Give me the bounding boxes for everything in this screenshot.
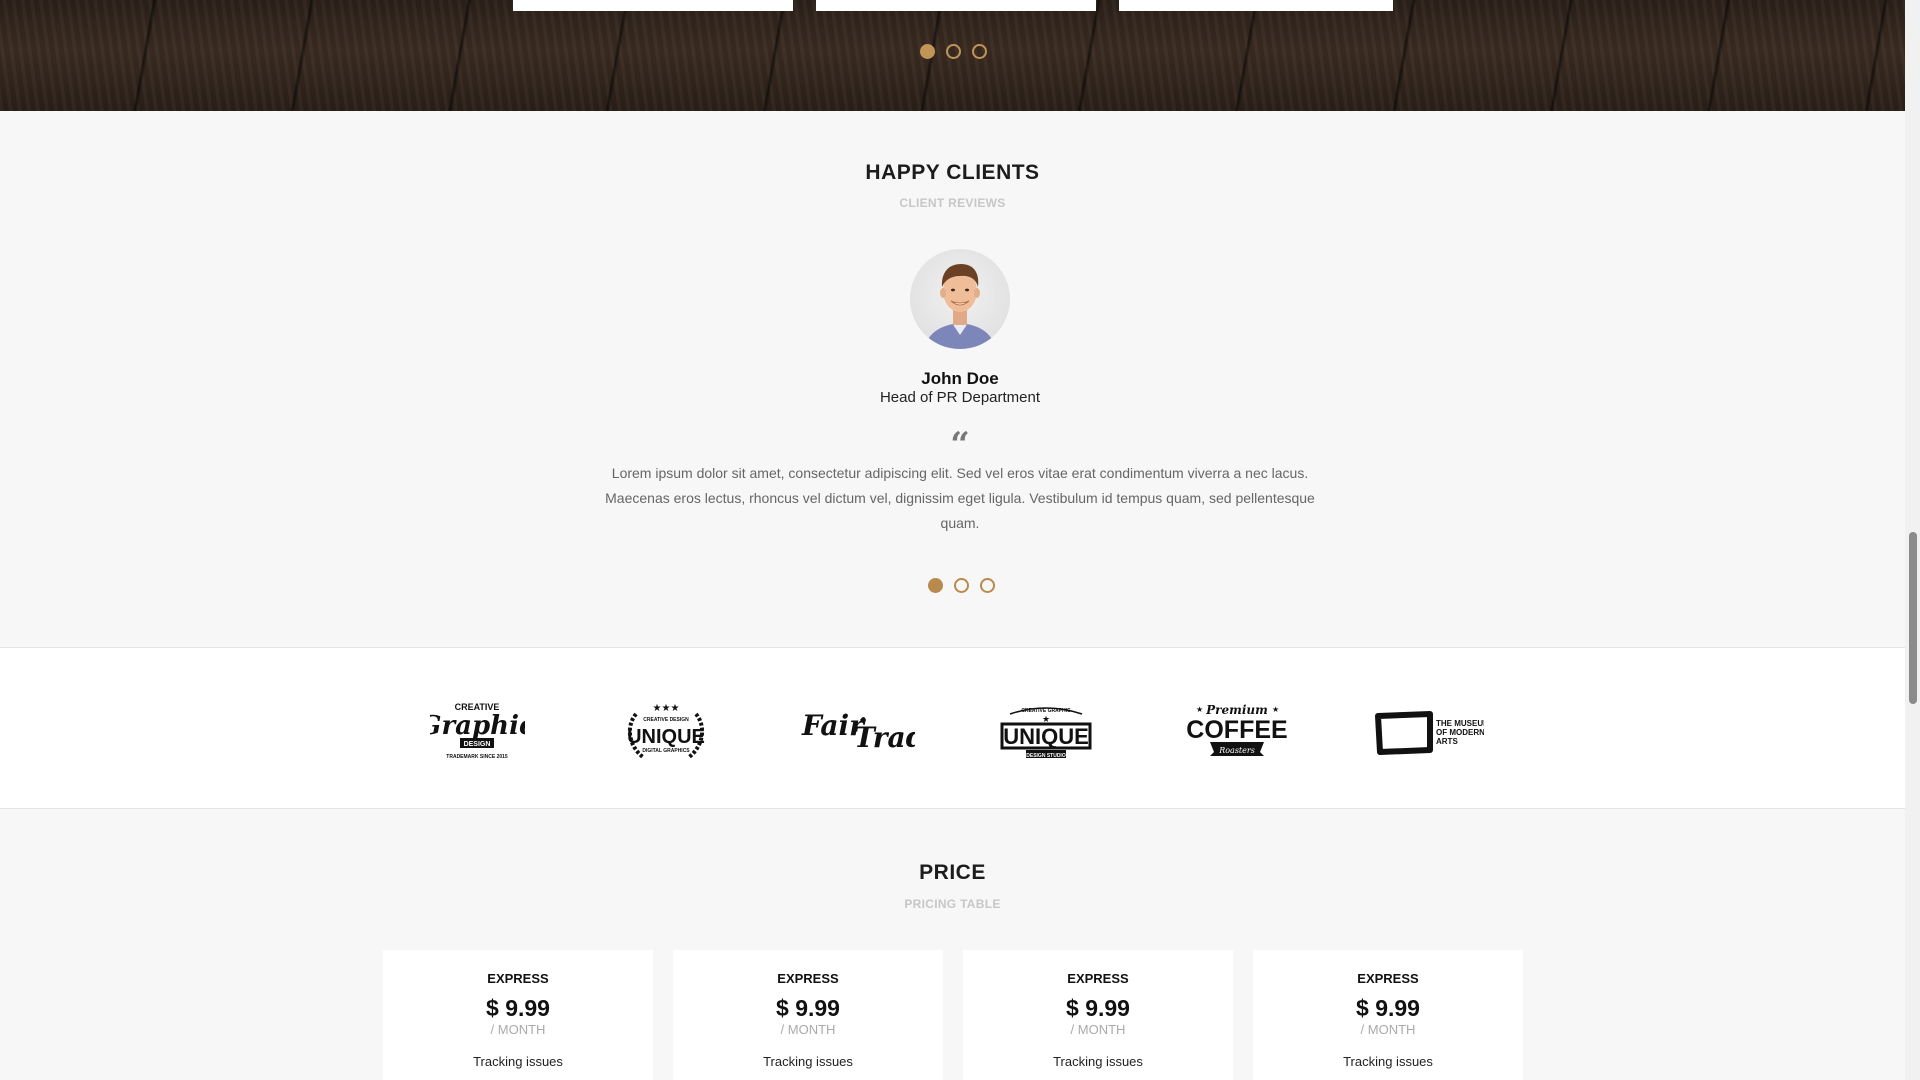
carousel-dot-2[interactable] (954, 578, 969, 593)
plan-period: / MONTH (1070, 1022, 1126, 1037)
pricing-card: EXPRESS $ 9.99 / MONTH Tracking issues (673, 950, 943, 1080)
logo-6-line2: OF MODERN (1436, 728, 1484, 737)
team-card (1119, 0, 1393, 11)
carousel-dot-3[interactable] (972, 44, 987, 59)
page: HAPPY CLIENTS CLIENT REVIEWS John Doe He… (0, 0, 1905, 1080)
logo-4-main: UNIQUE (1003, 724, 1089, 749)
logo-2-top: CREATIVE DESIGN (643, 717, 689, 723)
plan-price: $ 9.99 (776, 995, 840, 1021)
plan-feature: Tracking issues (473, 1054, 563, 1069)
carousel-dot-1[interactable] (928, 578, 943, 593)
client-name: John Doe (921, 369, 999, 388)
plan-price: $ 9.99 (486, 995, 550, 1021)
team-section-bottom (0, 0, 1905, 111)
logo-5-sub: Roasters (1218, 746, 1255, 755)
logo-1-sub: DESIGN (464, 741, 491, 748)
team-card (513, 0, 793, 11)
pricing-title: PRICE (919, 861, 986, 884)
logo-fair-trade[interactable]: Fair Trade (800, 702, 915, 762)
plan-price: $ 9.99 (1066, 995, 1130, 1021)
svg-text:★★★: ★★★ (653, 703, 680, 714)
logo-5-main: COFFEE (1186, 716, 1287, 744)
logo-6-line1: THE MUSEUM (1436, 719, 1484, 728)
plan-name: EXPRESS (487, 971, 549, 986)
carousel-dot-3[interactable] (980, 578, 995, 593)
pricing-card: EXPRESS $ 9.99 / MONTH Tracking issues (963, 950, 1233, 1080)
svg-text:★: ★ (1196, 705, 1203, 714)
logo-1-foot: TRADEMARK SINCE 2015 (446, 754, 508, 760)
svg-text:★: ★ (1272, 705, 1279, 714)
plan-price: $ 9.99 (1356, 995, 1420, 1021)
plan-name: EXPRESS (777, 971, 839, 986)
plan-name: EXPRESS (1357, 971, 1419, 986)
logo-premium-coffee[interactable]: Premium ★ ★ COFFEE Roasters (1186, 702, 1288, 762)
quote-icon: “ (950, 425, 970, 465)
pricing-card: EXPRESS $ 9.99 / MONTH Tracking issues (1253, 950, 1523, 1080)
pricing-subtitle: PRICING TABLE (904, 897, 1001, 911)
logo-6-line3: ARTS (1436, 737, 1458, 746)
clients-subtitle: CLIENT REVIEWS (899, 196, 1006, 210)
logo-5-top: Premium (1205, 703, 1268, 717)
logo-unique-digital[interactable]: ★★★ CREATIVE DESIGN UNIQUE DIGITAL GRAPH… (622, 702, 710, 762)
plan-period: / MONTH (490, 1022, 546, 1037)
logo-museum-modern-arts[interactable]: THE MUSEUM OF MODERN ARTS (1374, 702, 1484, 762)
plan-feature: Tracking issues (1343, 1054, 1433, 1069)
clients-carousel-dots (928, 578, 995, 593)
logo-4-sub: DESIGN STUDIO (1026, 753, 1066, 759)
logo-3-main2: Trade (854, 721, 915, 754)
testimonial-text: Lorem ipsum dolor sit amet, consectetur … (605, 465, 1315, 531)
logo-2-sub: DIGITAL GRAPHICS (642, 748, 690, 754)
client-role: Head of PR Department (879, 389, 1041, 406)
plan-feature: Tracking issues (763, 1054, 853, 1069)
carousel-dot-2[interactable] (946, 44, 961, 59)
page-scrollbar[interactable] (1905, 0, 1920, 1080)
pricing-card: EXPRESS $ 9.99 / MONTH Tracking issues (383, 950, 653, 1080)
plan-period: / MONTH (780, 1022, 836, 1037)
logo-creative-graphic[interactable]: CREATIVE Graphic DESIGN TRADEMARK SINCE … (430, 702, 525, 762)
logo-1-main: Graphic (430, 711, 525, 741)
plan-name: EXPRESS (1067, 971, 1129, 986)
logo-2-main: UNIQUE (627, 726, 705, 748)
carousel-dot-1[interactable] (920, 44, 935, 59)
scrollbar-thumb[interactable] (1909, 532, 1917, 704)
team-carousel-dots (920, 44, 987, 59)
partner-logos: CREATIVE Graphic DESIGN TRADEMARK SINCE … (0, 647, 1905, 809)
team-card (816, 0, 1096, 11)
clients-title: HAPPY CLIENTS (865, 161, 1040, 184)
plan-period: / MONTH (1360, 1022, 1416, 1037)
plan-feature: Tracking issues (1053, 1054, 1143, 1069)
logo-unique-studio[interactable]: CREATIVE GRAPHIC ★ UNIQUE DESIGN STUDIO (996, 702, 1096, 762)
client-avatar (910, 249, 1010, 349)
